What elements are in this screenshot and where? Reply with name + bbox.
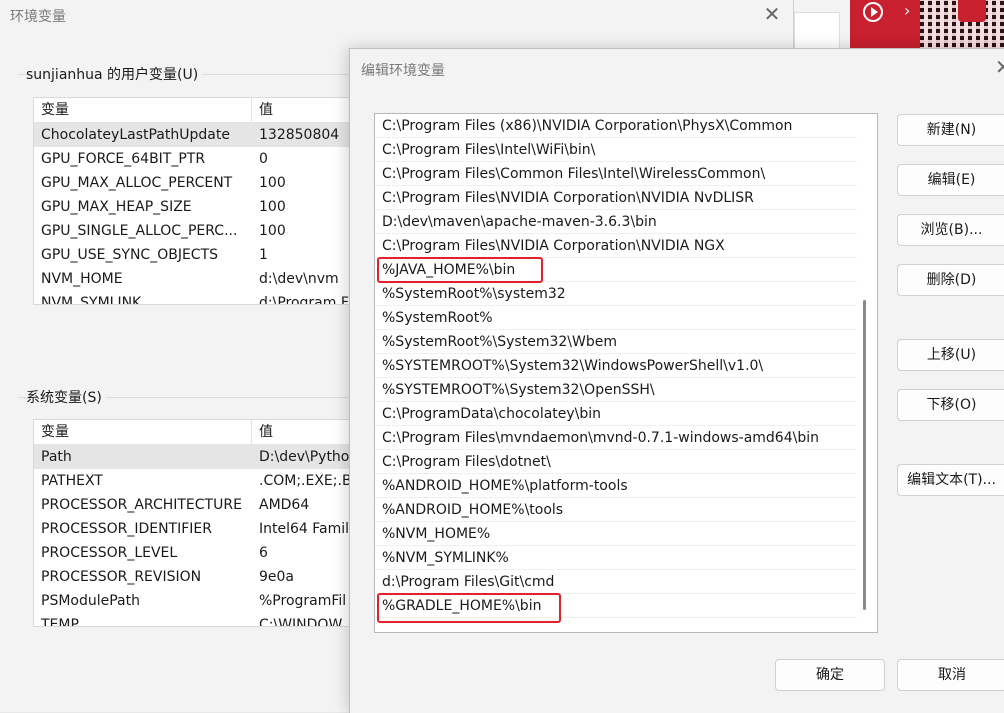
user-variables-table[interactable]: 变量 值 ChocolateyLastPathUpdate 132850804 G… bbox=[33, 97, 365, 305]
table-row[interactable]: ChocolateyLastPathUpdate 132850804 bbox=[34, 123, 364, 147]
edit-button[interactable]: 编辑(E) bbox=[897, 164, 1004, 196]
row-value: d:\Program F bbox=[259, 295, 349, 305]
path-entry[interactable]: %ANDROID_HOME%\platform-tools bbox=[375, 474, 857, 498]
header-variable[interactable]: 变量 bbox=[34, 420, 252, 444]
row-name: GPU_MAX_HEAP_SIZE bbox=[41, 199, 192, 215]
path-entry[interactable]: C:\Program Files (x86)\NVIDIA Corporatio… bbox=[375, 114, 857, 138]
table-row[interactable]: PSModulePath %ProgramFil bbox=[34, 589, 364, 613]
cancel-button[interactable]: 取消 bbox=[897, 659, 1004, 691]
background-card bbox=[794, 12, 840, 52]
ok-button[interactable]: 确定 bbox=[775, 659, 885, 691]
path-entry[interactable]: %NVM_HOME% bbox=[375, 522, 857, 546]
path-entry[interactable]: C:\Program Files\mvndaemon\mvnd-0.7.1-wi… bbox=[375, 426, 857, 450]
badge-icon bbox=[958, 0, 986, 22]
row-name: PROCESSOR_ARCHITECTURE bbox=[41, 497, 242, 513]
window-title: 环境变量 bbox=[10, 9, 66, 25]
row-name: PATHEXT bbox=[41, 473, 103, 489]
row-value: .COM;.EXE;.B bbox=[259, 473, 352, 489]
path-entry[interactable]: C:\Program Files\Intel\WiFi\bin\ bbox=[375, 138, 857, 162]
close-icon[interactable]: › bbox=[904, 0, 910, 22]
path-entry[interactable]: C:\Program Files\dotnet\ bbox=[375, 450, 857, 474]
java-home-highlight bbox=[377, 257, 543, 283]
row-name: PSModulePath bbox=[41, 593, 140, 609]
row-name: PROCESSOR_REVISION bbox=[41, 569, 202, 585]
table-row[interactable]: GPU_MAX_HEAP_SIZE 100 bbox=[34, 195, 364, 219]
row-name: PROCESSOR_IDENTIFIER bbox=[41, 521, 212, 537]
row-value: d:\dev\nvm bbox=[259, 271, 339, 287]
table-row[interactable]: PROCESSOR_ARCHITECTURE AMD64 bbox=[34, 493, 364, 517]
row-name: PROCESSOR_LEVEL bbox=[41, 545, 178, 561]
table-row[interactable]: GPU_SINGLE_ALLOC_PERC... 100 bbox=[34, 219, 364, 243]
row-name: NVM_SYMLINK bbox=[41, 295, 142, 305]
row-name: TEMP bbox=[41, 617, 79, 627]
row-name: GPU_SINGLE_ALLOC_PERC... bbox=[41, 223, 238, 239]
user-variables-title: sunjianhua 的用户变量(U) bbox=[26, 64, 203, 84]
gradle-home-highlight bbox=[377, 593, 561, 623]
table-row[interactable]: Path D:\dev\Pytho bbox=[34, 445, 364, 469]
path-entry[interactable]: D:\dev\maven\apache-maven-3.6.3\bin bbox=[375, 210, 857, 234]
row-value: %ProgramFil bbox=[259, 593, 347, 609]
move-down-button[interactable]: 下移(O) bbox=[897, 389, 1004, 421]
header-variable[interactable]: 变量 bbox=[34, 98, 252, 122]
path-entry[interactable]: C:\Program Files\NVIDIA Corporation\NVID… bbox=[375, 186, 857, 210]
path-entry[interactable]: %SYSTEMROOT%\System32\WindowsPowerShell\… bbox=[375, 354, 857, 378]
close-icon[interactable]: ✕ bbox=[995, 55, 1004, 79]
edit-env-variable-dialog: 编辑环境变量 ✕ C:\Program Files (x86)\NVIDIA C… bbox=[349, 48, 1004, 713]
row-value: AMD64 bbox=[259, 497, 310, 513]
browse-button[interactable]: 浏览(B)... bbox=[897, 214, 1004, 246]
table-header: 变量 值 bbox=[34, 98, 364, 123]
path-entry[interactable]: d:\Program Files\Git\cmd bbox=[375, 570, 857, 594]
path-entry[interactable]: C:\Program Files\Common Files\Intel\Wire… bbox=[375, 162, 857, 186]
path-entry[interactable]: %ANDROID_HOME%\tools bbox=[375, 498, 857, 522]
row-value: 100 bbox=[259, 175, 286, 191]
delete-button[interactable]: 删除(D) bbox=[897, 264, 1004, 296]
new-button[interactable]: 新建(N) bbox=[897, 114, 1004, 146]
row-name: GPU_USE_SYNC_OBJECTS bbox=[41, 247, 219, 263]
row-value: 100 bbox=[259, 223, 286, 239]
path-entry[interactable]: %SystemRoot%\System32\Wbem bbox=[375, 330, 857, 354]
header-value[interactable]: 值 bbox=[252, 98, 273, 122]
row-value: 0 bbox=[259, 151, 268, 167]
row-value: 1 bbox=[259, 247, 268, 263]
table-header: 变量 值 bbox=[34, 420, 364, 445]
table-row[interactable]: TEMP C:\WINDOW bbox=[34, 613, 364, 627]
play-icon[interactable] bbox=[863, 2, 883, 22]
row-name: NVM_HOME bbox=[41, 271, 123, 287]
system-variables-table[interactable]: 变量 值 Path D:\dev\Pytho PATHEXT .COM;.EXE;.… bbox=[33, 419, 365, 627]
table-row[interactable]: GPU_USE_SYNC_OBJECTS 1 bbox=[34, 243, 364, 267]
row-value: 100 bbox=[259, 199, 286, 215]
edit-text-button[interactable]: 编辑文本(T)... bbox=[897, 464, 1004, 496]
dialog-title: 编辑环境变量 bbox=[361, 63, 445, 79]
path-list[interactable]: C:\Program Files (x86)\NVIDIA Corporatio… bbox=[374, 113, 878, 633]
table-row[interactable]: NVM_SYMLINK d:\Program F bbox=[34, 291, 364, 305]
header-value[interactable]: 值 bbox=[252, 420, 273, 444]
table-row[interactable]: PROCESSOR_LEVEL 6 bbox=[34, 541, 364, 565]
table-row[interactable]: PROCESSOR_REVISION 9e0a bbox=[34, 565, 364, 589]
row-name: ChocolateyLastPathUpdate bbox=[41, 127, 230, 143]
move-up-button[interactable]: 上移(U) bbox=[897, 339, 1004, 371]
table-row[interactable]: GPU_MAX_ALLOC_PERCENT 100 bbox=[34, 171, 364, 195]
table-row[interactable]: PROCESSOR_IDENTIFIER Intel64 Famil bbox=[34, 517, 364, 541]
row-name: GPU_MAX_ALLOC_PERCENT bbox=[41, 175, 233, 191]
row-value: 132850804 bbox=[259, 127, 340, 143]
row-name: GPU_FORCE_64BIT_PTR bbox=[41, 151, 206, 167]
path-entry[interactable]: %SystemRoot% bbox=[375, 306, 857, 330]
path-entry[interactable]: %SYSTEMROOT%\System32\OpenSSH\ bbox=[375, 378, 857, 402]
table-row[interactable]: NVM_HOME d:\dev\nvm bbox=[34, 267, 364, 291]
path-entry[interactable]: %NVM_SYMLINK% bbox=[375, 546, 857, 570]
system-variables-title: 系统变量(S) bbox=[26, 387, 106, 407]
row-value: D:\dev\Pytho bbox=[259, 449, 350, 465]
row-value: 9e0a bbox=[259, 569, 295, 585]
row-value: Intel64 Famil bbox=[259, 521, 350, 537]
row-value: C:\WINDOW bbox=[259, 617, 343, 627]
row-name: Path bbox=[41, 449, 72, 465]
path-entry[interactable]: C:\Program Files\NVIDIA Corporation\NVID… bbox=[375, 234, 857, 258]
table-row[interactable]: PATHEXT .COM;.EXE;.B bbox=[34, 469, 364, 493]
table-row[interactable]: GPU_FORCE_64BIT_PTR 0 bbox=[34, 147, 364, 171]
close-icon[interactable]: ✕ bbox=[762, 2, 782, 26]
path-entry[interactable]: C:\ProgramData\chocolatey\bin bbox=[375, 402, 857, 426]
row-value: 6 bbox=[259, 545, 268, 561]
list-scrollbar[interactable] bbox=[863, 300, 866, 610]
path-entry[interactable]: %SystemRoot%\system32 bbox=[375, 282, 857, 306]
